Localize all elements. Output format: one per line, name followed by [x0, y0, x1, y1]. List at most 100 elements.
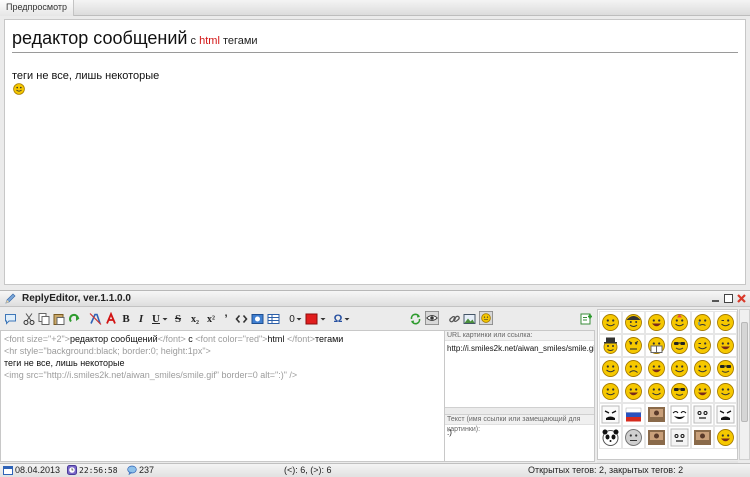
preview-eye-icon[interactable]: [424, 311, 440, 325]
close-icon[interactable]: [736, 293, 747, 304]
sunglasses-smile-icon: [671, 383, 688, 400]
editor-title: ReplyEditor, ver.1.1.0.0: [22, 293, 131, 304]
table-insert-icon[interactable]: [267, 312, 280, 326]
code-tags-icon[interactable]: [235, 312, 248, 326]
smiley-cell[interactable]: [622, 426, 645, 449]
chevron-down-icon[interactable]: [296, 312, 302, 326]
smiley-cell[interactable]: [622, 334, 645, 357]
scrollbar-thumb[interactable]: [741, 322, 748, 422]
url-field[interactable]: http://i.smiles2k.net/aiwan_smiles/smile…: [445, 341, 594, 407]
chevron-down-icon[interactable]: [162, 312, 168, 326]
code-token: </font>: [286, 334, 315, 344]
color-swatch-icon[interactable]: [305, 312, 318, 326]
chevron-down-icon[interactable]: [344, 312, 350, 326]
code-token: тегами: [314, 334, 344, 344]
copy-icon[interactable]: [38, 312, 50, 326]
smiley-cell[interactable]: [599, 380, 622, 403]
smiley-cell[interactable]: [691, 311, 714, 334]
image-insert-icon[interactable]: [251, 312, 264, 326]
quote-button[interactable]: ’: [222, 312, 230, 326]
photo-thumb-icon: [694, 430, 711, 445]
editor-toolbar: B I U S x₂ x² ’ 0 Ω: [0, 308, 445, 330]
smiley-cell[interactable]: [714, 311, 737, 334]
smiley-cell[interactable]: [599, 426, 622, 449]
status-date: 08.04.2013: [3, 465, 60, 475]
smiley-cell[interactable]: [622, 357, 645, 380]
smiley-cell[interactable]: [622, 311, 645, 334]
code-token: <font size="+2">: [4, 334, 70, 344]
comment-icon[interactable]: [4, 312, 17, 326]
smiley-cell[interactable]: [599, 334, 622, 357]
smiley-cell[interactable]: [599, 403, 622, 426]
preview-tab-bar: Предпросмотр: [0, 0, 750, 16]
laugh-smile-icon: [625, 383, 642, 400]
preview-frame: редактор сообщений с html тегами теги не…: [4, 19, 746, 285]
smiley-cell[interactable]: [622, 380, 645, 403]
smile-icon: [648, 383, 665, 400]
smiley-cell[interactable]: [645, 357, 668, 380]
smiley-cell[interactable]: [668, 334, 691, 357]
smiley-cell[interactable]: [668, 380, 691, 403]
smiley-cell[interactable]: [691, 357, 714, 380]
laugh-smile-icon: [694, 383, 711, 400]
smile-icon: [602, 383, 619, 400]
strike-button[interactable]: S: [173, 312, 183, 326]
smiley-cell[interactable]: [645, 311, 668, 334]
smiley-cell[interactable]: [668, 403, 691, 426]
link-icon[interactable]: [448, 312, 461, 326]
tab-preview[interactable]: Предпросмотр: [0, 0, 75, 16]
gray-face-icon: [625, 429, 642, 446]
insert-green-icon[interactable]: [580, 312, 593, 326]
code-token: редактор сообщений: [69, 334, 158, 344]
status-bar: 08.04.2013 22:56:58 237 (<): 6, (>): 6 О…: [0, 463, 750, 477]
paste-icon[interactable]: [53, 312, 65, 326]
smiley-cell[interactable]: [668, 357, 691, 380]
smile-icon: [13, 83, 25, 95]
smiley-cell[interactable]: [668, 426, 691, 449]
font-size-value[interactable]: 0: [288, 312, 296, 326]
reading-smile-icon: [648, 337, 665, 354]
smiley-cell[interactable]: [622, 403, 645, 426]
picture-icon[interactable]: [463, 312, 476, 326]
smiley-cell[interactable]: [714, 357, 737, 380]
special-chars-button[interactable]: Ω: [333, 312, 343, 326]
smiley-cell[interactable]: [714, 403, 737, 426]
smiley-cell[interactable]: [645, 426, 668, 449]
underline-button[interactable]: U: [151, 312, 161, 326]
redo-icon[interactable]: [68, 312, 81, 326]
preview-text: теги не все, лишь некоторые: [12, 70, 160, 82]
smiley-cell[interactable]: [691, 334, 714, 357]
smiley-scrollbar[interactable]: [739, 309, 750, 460]
smiley-cell[interactable]: [599, 357, 622, 380]
smiley-cell[interactable]: [645, 403, 668, 426]
clear-format-icon[interactable]: [89, 312, 102, 326]
code-line-4: <img src="http://i.smiles2k.net/aiwan_sm…: [4, 370, 298, 380]
italic-button[interactable]: I: [136, 312, 146, 326]
smiley-cell[interactable]: [645, 334, 668, 357]
smiley-cell[interactable]: [714, 334, 737, 357]
smile-icon: [602, 360, 619, 377]
smiley-cell[interactable]: [599, 311, 622, 334]
preview-heading-mid: с: [190, 35, 197, 47]
smile-panel-icon[interactable]: [478, 311, 494, 325]
font-color-icon[interactable]: [105, 312, 117, 326]
status-count: 237: [127, 465, 154, 475]
speech-bubble-icon: [127, 465, 137, 475]
minimize-icon[interactable]: [710, 293, 721, 304]
bold-button[interactable]: B: [121, 312, 131, 326]
smiley-cell[interactable]: [691, 403, 714, 426]
chevron-down-icon[interactable]: [320, 312, 326, 326]
smiley-cell[interactable]: [691, 426, 714, 449]
smiley-cell[interactable]: [714, 426, 737, 449]
smiley-cell[interactable]: [714, 380, 737, 403]
smiley-cell[interactable]: [691, 380, 714, 403]
code-editor[interactable]: <font size="+2">редактор сообщений </font…: [0, 330, 445, 462]
cut-icon[interactable]: [23, 312, 35, 326]
superscript-button[interactable]: x²: [205, 312, 217, 326]
subscript-button[interactable]: x₂: [189, 312, 201, 326]
maximize-icon[interactable]: [723, 293, 734, 304]
image-panel-toolbar: [445, 308, 595, 330]
smiley-cell[interactable]: [645, 380, 668, 403]
refresh-icon[interactable]: [409, 312, 422, 326]
smiley-cell[interactable]: [668, 311, 691, 334]
